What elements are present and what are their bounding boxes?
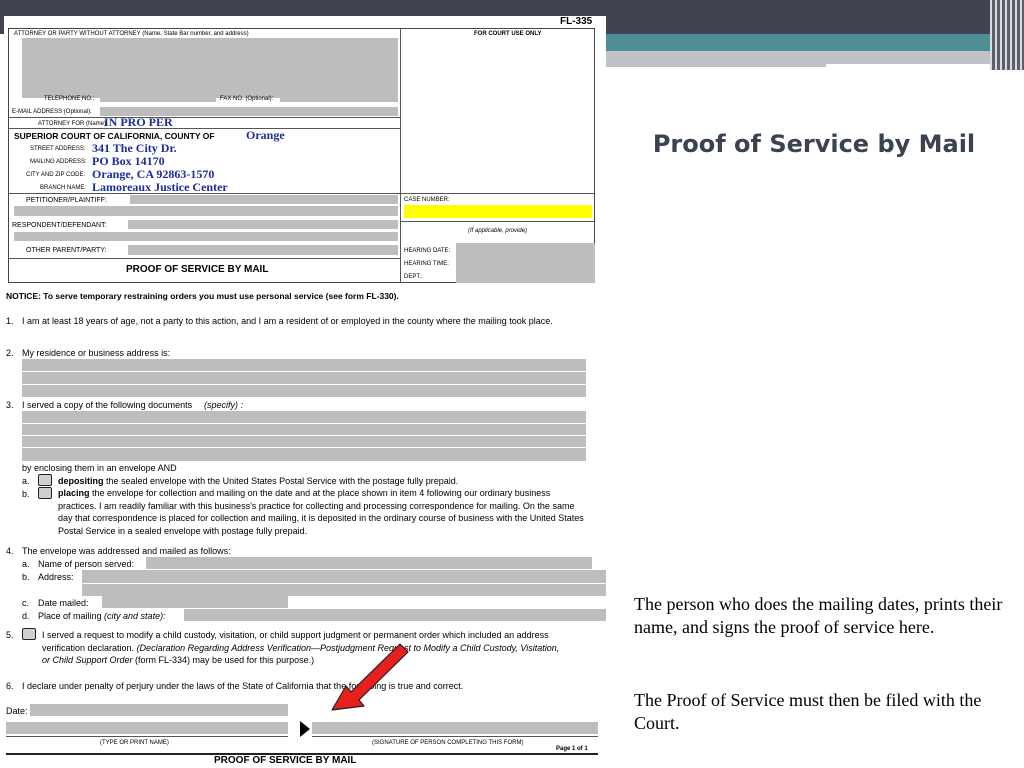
slide-note-signing: The person who does the mailing dates, p…: [634, 594, 1003, 637]
slide-accent-bar: [600, 34, 1024, 51]
slide-white-stripe: [826, 64, 1006, 68]
date-label: Date:: [6, 706, 28, 716]
date-mailed-label: Date mailed:: [38, 598, 89, 608]
mailing-label: MAILING ADDRESS:: [30, 159, 87, 165]
item-4a-letter: a.: [22, 559, 30, 569]
item-1-number: 1.: [6, 316, 14, 326]
item-2-number: 2.: [6, 348, 14, 358]
hearing-time-label: HEARING TIME:: [404, 261, 449, 267]
slide-title: Proof of Service by Mail: [652, 130, 976, 158]
address-label: Address:: [38, 572, 74, 582]
proof-of-service-form: FL-335 ATTORNEY OR PARTY WITHOUT ATTORNE…: [4, 16, 606, 768]
type-name-caption: (TYPE OR PRINT NAME): [100, 740, 169, 746]
item-4b-letter: b.: [22, 572, 30, 582]
name-served-field[interactable]: [146, 557, 592, 569]
telephone-label: TELEPHONE NO.:: [44, 96, 95, 102]
item-4d-letter: d.: [22, 611, 30, 621]
court-use-label: FOR COURT USE ONLY: [474, 31, 542, 37]
item-4-text: The envelope was addressed and mailed as…: [22, 546, 231, 556]
signature-caption: (SIGNATURE OF PERSON COMPLETING THIS FOR…: [372, 740, 524, 746]
item-3-text: I served a copy of the following documen…: [22, 400, 193, 410]
item-5-text: I served a request to modify a child cus…: [42, 630, 560, 666]
respondent-label: RESPONDENT/DEFENDANT:: [12, 222, 107, 229]
sign-here-pointer-icon: [300, 721, 310, 737]
hearing-date-label: HEARING DATE:: [404, 248, 451, 254]
documents-served-field[interactable]: [22, 411, 586, 461]
page-number: Page 1 of 1: [556, 746, 588, 752]
enclosing-text: by enclosing them in an envelope AND: [22, 463, 177, 473]
if-applicable-label: (If applicable, provide): [468, 228, 528, 234]
item-5-number: 5.: [6, 630, 14, 640]
option-b-letter: b.: [22, 489, 30, 499]
petitioner-label: PETITIONER/PLAINTIFF:: [26, 197, 107, 204]
dept-label: DEPT.:: [404, 274, 423, 280]
street-label: STREET ADDRESS:: [30, 146, 86, 152]
attorney-info-field[interactable]: [22, 38, 398, 98]
attorney-for-label: ATTORNEY FOR (Name):: [38, 121, 108, 127]
respondent-field[interactable]: [128, 220, 398, 229]
placing-checkbox[interactable]: [38, 487, 52, 499]
slide-edge-stripes: [990, 0, 1024, 70]
red-arrow-icon: [331, 643, 409, 711]
residence-address-field[interactable]: [22, 359, 586, 397]
depositing-checkbox[interactable]: [38, 474, 52, 486]
other-parent-field[interactable]: [128, 245, 398, 255]
footer-title: PROOF OF SERVICE BY MAIL: [214, 755, 357, 766]
place-of-mailing-label: Place of mailing (city and state):: [38, 611, 166, 621]
attorney-for-value: IN PRO PER: [104, 115, 173, 129]
declaration-date-field[interactable]: [30, 704, 288, 716]
other-parent-label: OTHER PARENT/PARTY:: [26, 247, 107, 254]
fax-label: FAX NO. (Optional):: [220, 96, 274, 102]
item-4c-letter: c.: [22, 598, 30, 608]
court-label: SUPERIOR COURT OF CALIFORNIA, COUNTY OF: [14, 131, 215, 141]
slide-note-filing: The Proof of Service must then be filed …: [634, 690, 982, 733]
date-mailed-field[interactable]: [102, 596, 288, 608]
place-of-mailing-field[interactable]: [184, 609, 606, 621]
attorney-header-label: ATTORNEY OR PARTY WITHOUT ATTORNEY (Name…: [14, 31, 249, 37]
county-value: Orange: [246, 128, 285, 142]
item-6-number: 6.: [6, 681, 14, 691]
case-number-field[interactable]: [404, 205, 592, 218]
option-b-text: placing the envelope for collection and …: [58, 488, 584, 536]
case-number-label: CASE NUMBER:: [404, 197, 450, 203]
option-a-letter: a.: [22, 476, 30, 486]
respondent-field-2[interactable]: [14, 232, 398, 241]
option-a-text: depositing the sealed envelope with the …: [58, 476, 459, 486]
item-3-specify: (specify) :: [204, 400, 244, 410]
email-label: E-MAIL ADDRESS (Optional):: [12, 109, 92, 115]
item-2-text: My residence or business address is:: [22, 348, 171, 358]
fax-field[interactable]: [280, 93, 398, 102]
name-served-label: Name of person served:: [38, 559, 135, 569]
city-label: CITY AND ZIP CODE:: [26, 172, 86, 178]
notice-text: NOTICE: To serve temporary restraining o…: [6, 291, 399, 301]
form-number: FL-335: [560, 16, 593, 27]
signature-field[interactable]: [312, 722, 598, 734]
branch-value: Lamoreaux Justice Center: [92, 180, 228, 194]
petitioner-field-2[interactable]: [14, 206, 398, 216]
item-5-checkbox[interactable]: [22, 628, 36, 640]
branch-label: BRANCH NAME:: [40, 185, 87, 191]
petitioner-field[interactable]: [130, 195, 398, 204]
form-title: PROOF OF SERVICE BY MAIL: [126, 264, 269, 275]
hearing-info-field[interactable]: [456, 243, 595, 283]
printed-name-field[interactable]: [6, 722, 288, 734]
item-3-number: 3.: [6, 400, 14, 410]
item-1-text: I am at least 18 years of age, not a par…: [22, 316, 553, 326]
item-4-number: 4.: [6, 546, 14, 556]
telephone-field[interactable]: [100, 93, 216, 102]
